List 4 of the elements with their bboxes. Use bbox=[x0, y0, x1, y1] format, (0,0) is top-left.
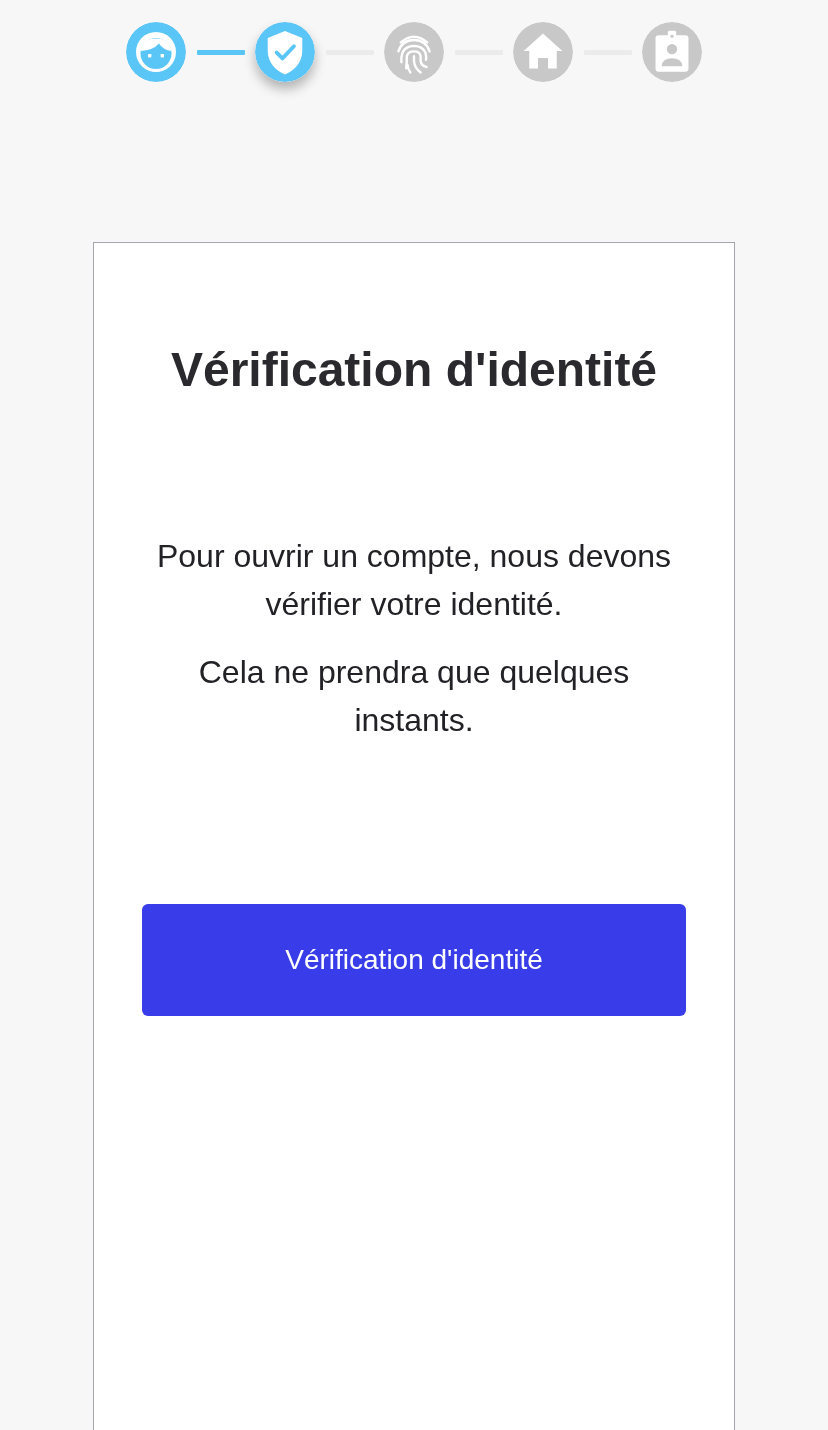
info-paragraph: Pour ouvrir un compte, nous devons vérifier votre identité. bbox=[155, 537, 673, 624]
info-paragraph: Cela ne prendra que quelques instants. bbox=[197, 653, 631, 740]
card-title: Vérification d'identité bbox=[170, 342, 658, 398]
verify-identity-button[interactable]: Vérification d'identité bbox=[142, 904, 686, 1016]
